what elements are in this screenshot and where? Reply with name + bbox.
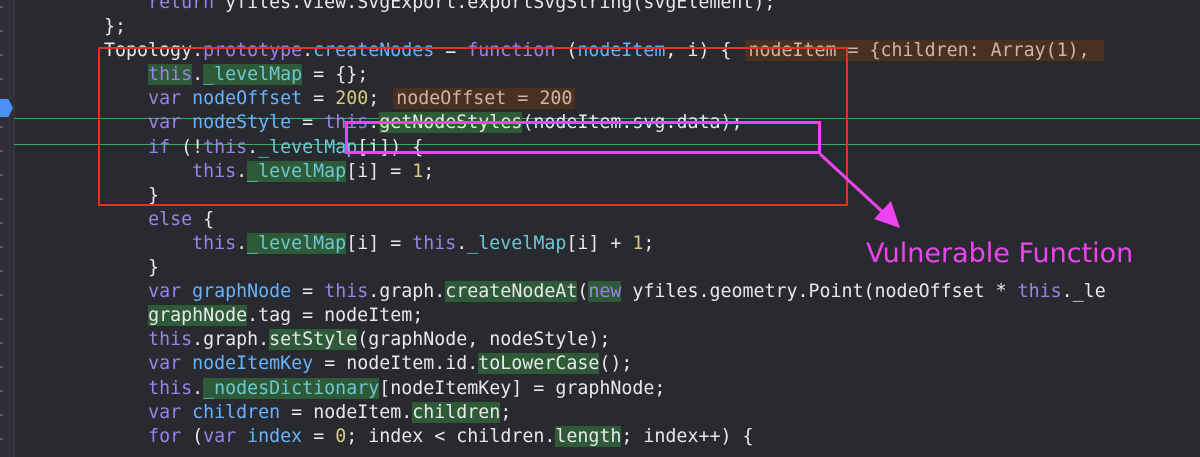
annotation-arrow <box>818 152 900 228</box>
vulnerable-function-label: Vulnerable Function <box>866 238 1134 269</box>
